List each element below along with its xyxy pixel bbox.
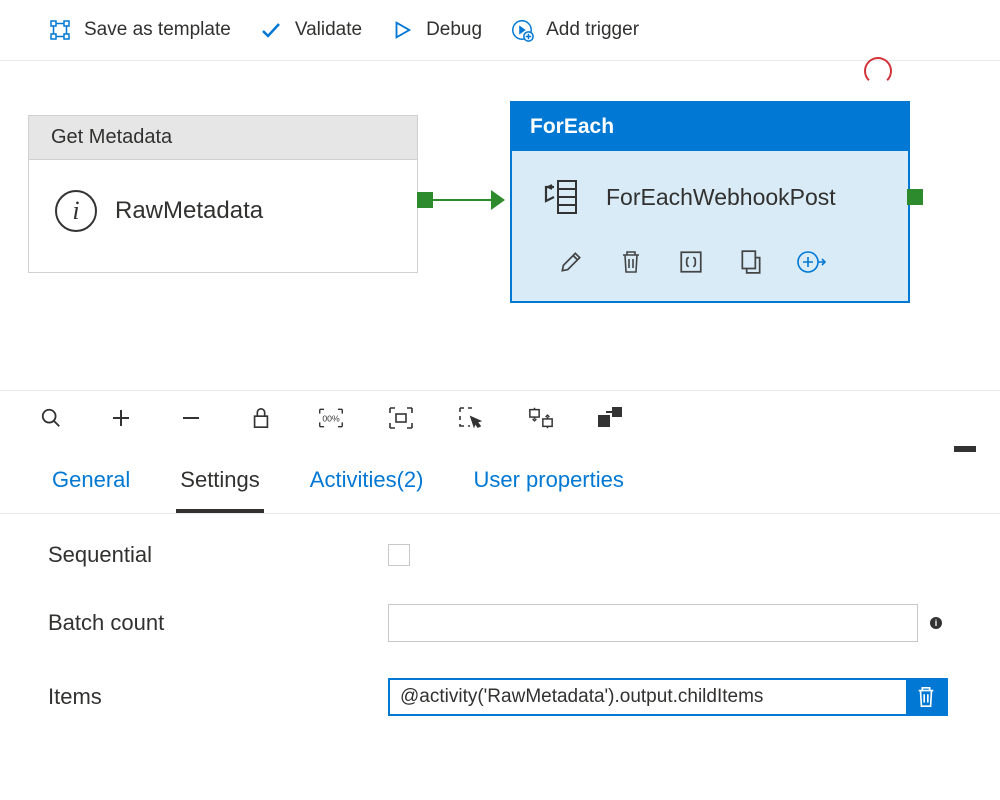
activity-type-label: Get Metadata [29, 116, 417, 160]
pipeline-canvas[interactable]: Get Metadata i RawMetadata ForEach ForEa… [0, 61, 1000, 391]
minimap-button[interactable] [598, 405, 624, 431]
connector-output-handle[interactable] [417, 192, 433, 208]
items-clear-button[interactable] [906, 680, 946, 714]
connector-arrow-head-icon [491, 190, 505, 210]
debug-label: Debug [426, 19, 482, 41]
delete-button[interactable] [616, 247, 646, 277]
items-expression-field: @activity('RawMetadata').output.childIte… [388, 678, 948, 716]
add-trigger-icon [510, 18, 534, 42]
sequential-label: Sequential [48, 542, 388, 568]
items-label: Items [48, 684, 388, 710]
activity-body: i RawMetadata [29, 160, 417, 272]
tab-activities[interactable]: Activities(2) [306, 457, 428, 513]
zoom-percent-button[interactable]: 00% [318, 405, 344, 431]
search-button[interactable] [38, 405, 64, 431]
add-trigger-button[interactable]: Add trigger [510, 18, 639, 42]
foreach-icon [542, 177, 582, 217]
checkmark-icon [259, 18, 283, 42]
add-activity-button[interactable] [796, 247, 826, 277]
settings-panel: Sequential Batch count i Items @activity… [0, 514, 1000, 780]
save-template-icon [48, 18, 72, 42]
connector-arrow-line [433, 199, 495, 201]
info-icon: i [55, 190, 97, 232]
play-icon [390, 18, 414, 42]
activity-foreach[interactable]: ForEach ForEachWebhookPost [510, 101, 910, 303]
canvas-controls: 00% [0, 391, 1000, 445]
tab-settings[interactable]: Settings [176, 457, 264, 513]
debug-button[interactable]: Debug [390, 18, 482, 42]
tab-general[interactable]: General [48, 457, 134, 513]
zoom-out-button[interactable] [178, 405, 204, 431]
fit-screen-button[interactable] [388, 405, 414, 431]
panel-resize-handle[interactable] [954, 446, 976, 452]
activity-body: ForEachWebhookPost [512, 151, 908, 237]
save-template-label: Save as template [84, 19, 231, 41]
lock-button[interactable] [248, 405, 274, 431]
setting-items: Items @activity('RawMetadata').output.ch… [48, 678, 952, 716]
activity-name: RawMetadata [115, 197, 263, 225]
zoom-in-button[interactable] [108, 405, 134, 431]
activity-actions [512, 237, 908, 301]
tab-user-properties[interactable]: User properties [469, 457, 627, 513]
auto-arrange-button[interactable] [528, 405, 554, 431]
batch-count-label: Batch count [48, 610, 388, 636]
setting-batch-count: Batch count i [48, 604, 952, 642]
edit-button[interactable] [556, 247, 586, 277]
properties-tabs: General Settings Activities(2) User prop… [0, 445, 1000, 514]
sequential-checkbox[interactable] [388, 544, 410, 566]
activity-get-metadata[interactable]: Get Metadata i RawMetadata [28, 115, 418, 273]
connector-input-handle[interactable] [907, 189, 923, 205]
save-template-button[interactable]: Save as template [48, 18, 231, 42]
validate-label: Validate [295, 19, 362, 41]
activity-name: ForEachWebhookPost [606, 184, 836, 211]
add-trigger-label: Add trigger [546, 19, 639, 41]
svg-text:00%: 00% [322, 413, 340, 423]
batch-count-input[interactable] [388, 604, 918, 642]
activity-type-label: ForEach [512, 103, 908, 151]
validation-indicator-icon [864, 57, 892, 85]
validate-button[interactable]: Validate [259, 18, 362, 42]
info-tooltip-icon[interactable]: i [930, 617, 942, 629]
selection-button[interactable] [458, 405, 484, 431]
copy-button[interactable] [736, 247, 766, 277]
setting-sequential: Sequential [48, 542, 952, 568]
code-button[interactable] [676, 247, 706, 277]
items-input[interactable]: @activity('RawMetadata').output.childIte… [390, 680, 906, 714]
pipeline-toolbar: Save as template Validate Debug Add trig… [0, 0, 1000, 61]
